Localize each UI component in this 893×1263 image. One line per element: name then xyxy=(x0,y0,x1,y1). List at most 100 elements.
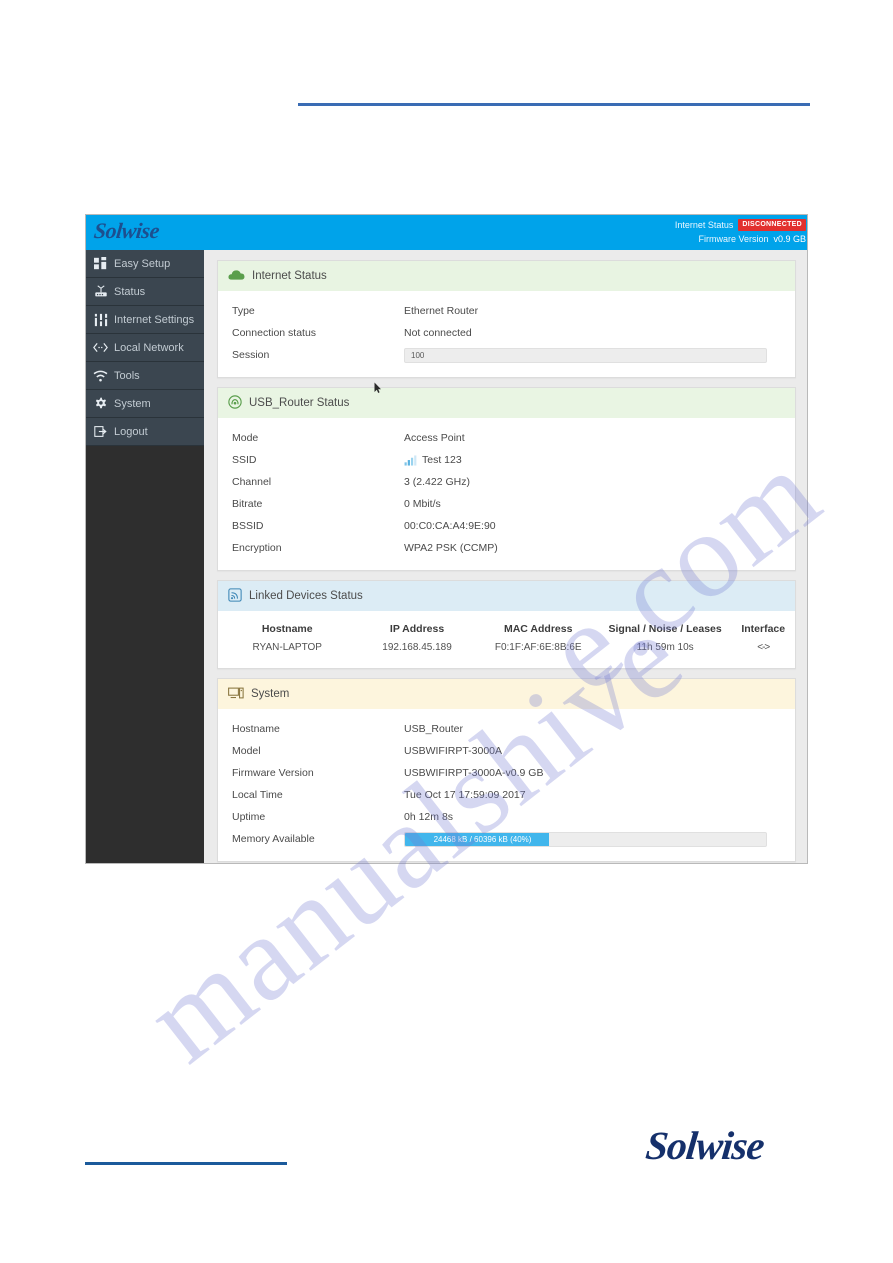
row-value: 0h 12m 8s xyxy=(404,811,454,823)
memory-available-bar-text: 24468 kB / 60396 kB (40%) xyxy=(405,833,766,846)
col-mac-address: MAC Address xyxy=(503,623,573,635)
firmware-version-label: Firmware Version xyxy=(698,234,769,244)
broadcast-icon xyxy=(228,587,242,605)
system-row-firmware-version: Firmware Version USBWIFIRPT-3000A-v0.9 G… xyxy=(218,762,795,784)
col-interface: Interface xyxy=(741,623,786,635)
arrows-icon xyxy=(93,340,108,355)
sidebar-item-internet-settings[interactable]: Internet Settings xyxy=(86,306,204,334)
cloud-icon xyxy=(228,269,245,284)
row-key: Encryption xyxy=(232,542,282,554)
sidebar-item-logout[interactable]: Logout xyxy=(86,418,204,446)
internet-status-label: Internet Status xyxy=(674,220,734,230)
usb-router-status-card: USB_Router Status Mode Access Point SSID… xyxy=(217,387,796,571)
router-admin-ui-screenshot: Solwise Internet Status DISCONNECTED Fir… xyxy=(85,214,808,864)
sidebar-item-system[interactable]: System xyxy=(86,390,204,418)
row-key: Local Time xyxy=(232,789,283,801)
table-header-row: Hostname IP Address MAC Address Signal /… xyxy=(218,620,795,642)
system-card: System Hostname USB_Router Model USBWIFI… xyxy=(217,678,796,862)
row-key: Session xyxy=(232,349,270,361)
row-key: BSSID xyxy=(232,520,264,532)
row-key: Firmware Version xyxy=(232,767,314,779)
session-bar-value: 100 xyxy=(411,350,425,360)
system-row-hostname: Hostname USB_Router xyxy=(218,718,795,740)
system-row-memory-available: Memory Available 24468 kB / 60396 kB (40… xyxy=(218,828,795,850)
sidebar-item-label: Status xyxy=(114,285,146,298)
row-key: Hostname xyxy=(232,723,280,735)
firmware-version-value: v0.9 GB xyxy=(773,234,806,244)
sidebar-item-easy-setup[interactable]: Easy Setup xyxy=(86,250,204,278)
row-value: 0 Mbit/s xyxy=(404,498,441,510)
cell-signal-noise-leases: 11h 59m 10s xyxy=(636,642,694,653)
internet-status-card-header: Internet Status xyxy=(218,261,795,291)
page-top-rule xyxy=(298,103,810,106)
session-bar: 100 xyxy=(404,347,767,363)
monitor-icon xyxy=(228,687,244,702)
row-value: USB_Router xyxy=(404,723,463,735)
sidebar-item-tools[interactable]: Tools xyxy=(86,362,204,390)
usb-row-channel: Channel 3 (2.422 GHz) xyxy=(218,471,795,493)
sidebar-item-status[interactable]: Status xyxy=(86,278,204,306)
row-value: WPA2 PSK (CCMP) xyxy=(404,542,498,554)
usb-row-ssid: SSID Test 123 xyxy=(218,449,795,471)
row-key: Connection status xyxy=(232,327,317,339)
row-key: Mode xyxy=(232,432,259,444)
usb-router-status-card-header: USB_Router Status xyxy=(218,388,795,418)
status-badge: DISCONNECTED xyxy=(738,219,806,231)
system-card-title: System xyxy=(251,688,290,700)
usb-router-status-card-body: Mode Access Point SSID Test 123 Channel … xyxy=(218,418,795,570)
linked-devices-card: Linked Devices Status Hostname IP Addres… xyxy=(217,580,796,669)
logout-icon xyxy=(93,424,108,439)
row-key: Type xyxy=(232,305,255,317)
system-card-body: Hostname USB_Router Model USBWIFIRPT-300… xyxy=(218,709,795,861)
firmware-version-row: Firmware Version v0.9 GB xyxy=(675,232,806,246)
linked-devices-card-body: Hostname IP Address MAC Address Signal /… xyxy=(218,611,795,668)
row-value: 00:C0:CA:A4:9E:90 xyxy=(404,520,496,532)
internet-row-session: Session 100 xyxy=(218,344,795,366)
col-signal-noise-leases: Signal / Noise / Leases xyxy=(608,623,722,635)
row-value: USBWIFIRPT-3000A-v0.9 GB xyxy=(404,767,544,779)
footer-brand-logo: Solwise xyxy=(643,1123,766,1168)
row-value: Access Point xyxy=(404,432,465,444)
usb-row-mode: Mode Access Point xyxy=(218,427,795,449)
sidebar-item-local-network[interactable]: Local Network xyxy=(86,334,204,362)
router-icon xyxy=(93,284,108,299)
page-bottom-rule xyxy=(85,1162,287,1165)
linked-devices-table: Hostname IP Address MAC Address Signal /… xyxy=(218,620,795,657)
cell-hostname: RYAN-LAPTOP xyxy=(252,642,322,653)
row-value: 24468 kB / 60396 kB (40%) xyxy=(404,831,795,847)
row-value: Tue Oct 17 17:59:09 2017 xyxy=(404,789,526,801)
usb-row-bssid: BSSID 00:C0:CA:A4:9E:90 xyxy=(218,515,795,537)
row-value-with-icon: Test 123 xyxy=(404,454,795,466)
sidebar-item-label: System xyxy=(114,397,151,410)
app-topbar: Solwise Internet Status DISCONNECTED Fir… xyxy=(86,215,807,250)
row-value: Ethernet Router xyxy=(404,305,479,317)
sidebar-item-label: Local Network xyxy=(114,341,184,354)
linked-devices-card-title: Linked Devices Status xyxy=(249,590,363,602)
sidebar-item-label: Internet Settings xyxy=(114,313,195,326)
sliders-icon xyxy=(93,312,108,327)
signal-radio-icon xyxy=(228,394,242,412)
topbar-status-block: Internet Status DISCONNECTED Firmware Ve… xyxy=(675,218,806,246)
table-row: RYAN-LAPTOP 192.168.45.189 F0:1F:AF:6E:8… xyxy=(218,642,795,657)
cell-ip-address: 192.168.45.189 xyxy=(382,642,452,653)
usb-router-status-card-title: USB_Router Status xyxy=(249,397,350,409)
grid-icon xyxy=(93,256,108,271)
row-value: USBWIFIRPT-3000A xyxy=(404,745,503,757)
row-key: Channel xyxy=(232,476,272,488)
cell-mac-address: F0:1F:AF:6E:8B:6E xyxy=(494,642,582,653)
col-ip-address: IP Address xyxy=(389,623,445,635)
linked-devices-card-header: Linked Devices Status xyxy=(218,581,795,611)
row-value: Not connected xyxy=(404,327,472,339)
row-key: Uptime xyxy=(232,811,266,823)
brand-logo: Solwise xyxy=(92,218,161,243)
row-key: Model xyxy=(232,745,261,757)
mouse-cursor-icon xyxy=(374,382,381,393)
memory-available-value: 24468 kB / 60396 kB (40%) xyxy=(433,834,532,844)
usb-row-encryption: Encryption WPA2 PSK (CCMP) xyxy=(218,537,795,559)
signal-bars-icon xyxy=(404,454,417,466)
sidebar: Easy Setup Status Internet Settings Loca… xyxy=(86,250,204,863)
internet-status-card: Internet Status Type Ethernet Router Con… xyxy=(217,260,796,378)
sidebar-item-label: Easy Setup xyxy=(114,257,171,270)
internet-row-connection-status: Connection status Not connected xyxy=(218,322,795,344)
sidebar-item-label: Tools xyxy=(114,369,140,382)
